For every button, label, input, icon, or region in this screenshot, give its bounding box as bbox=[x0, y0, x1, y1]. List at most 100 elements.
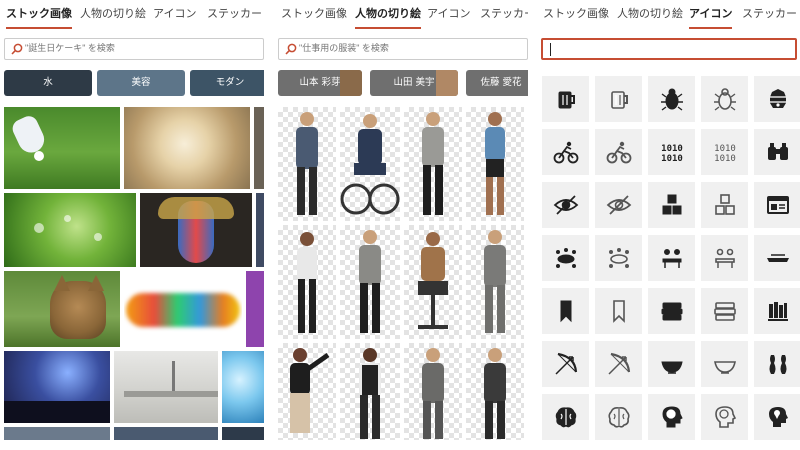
icon-tile[interactable] bbox=[542, 129, 589, 175]
head-brain-outline-icon bbox=[714, 406, 736, 428]
photo-dandelion[interactable] bbox=[124, 107, 250, 189]
photo-partial[interactable] bbox=[4, 427, 110, 440]
icon-tile[interactable] bbox=[595, 76, 642, 122]
cutout-woman-vest[interactable] bbox=[340, 343, 400, 440]
icon-tile[interactable] bbox=[595, 288, 642, 334]
photo-kitchen[interactable] bbox=[114, 351, 218, 423]
cutout-woman-business[interactable] bbox=[278, 225, 336, 339]
icon-tile[interactable]: 1010 1010 bbox=[648, 129, 695, 175]
icon-tile[interactable] bbox=[648, 235, 695, 281]
text-caret bbox=[550, 43, 551, 56]
icon-tile[interactable] bbox=[754, 394, 800, 440]
icon-tile[interactable] bbox=[542, 341, 589, 387]
icon-tile[interactable] bbox=[754, 182, 800, 228]
icon-tile[interactable] bbox=[701, 182, 748, 228]
cutout-man-gray-suit[interactable] bbox=[404, 343, 462, 440]
icon-tile[interactable] bbox=[542, 182, 589, 228]
photo-golf-glove[interactable] bbox=[4, 107, 120, 189]
book-stack-outline-icon bbox=[713, 302, 736, 321]
icon-tile[interactable]: 1010 1010 bbox=[701, 129, 748, 175]
icon-tile[interactable] bbox=[542, 288, 589, 334]
beehive-icon bbox=[769, 89, 786, 108]
search-input[interactable] bbox=[553, 40, 753, 58]
icon-tile[interactable] bbox=[648, 394, 695, 440]
chip-modern[interactable]: モダン bbox=[190, 70, 264, 96]
beer-mug-filled-icon bbox=[558, 91, 575, 109]
tab-icons[interactable]: アイコン bbox=[689, 0, 733, 29]
meeting-table-filled-icon bbox=[555, 248, 576, 268]
tray-icon bbox=[766, 254, 789, 262]
svg-text:1010: 1010 bbox=[714, 144, 736, 154]
cutout-woman-presenting[interactable] bbox=[278, 343, 336, 440]
photo-partial[interactable] bbox=[254, 107, 264, 189]
tab-stickers[interactable]: ステッカー bbox=[480, 0, 528, 27]
icon-tile[interactable] bbox=[595, 182, 642, 228]
icon-tile[interactable] bbox=[701, 288, 748, 334]
icon-tile[interactable] bbox=[542, 235, 589, 281]
binary-outline-icon: 10101010 bbox=[714, 144, 736, 164]
search-input[interactable] bbox=[25, 39, 225, 57]
icon-tile[interactable] bbox=[648, 288, 695, 334]
icon-tile[interactable] bbox=[648, 341, 695, 387]
cutout-man-standing[interactable] bbox=[466, 343, 524, 440]
icon-tile[interactable] bbox=[701, 235, 748, 281]
photo-mandrill[interactable] bbox=[140, 193, 252, 267]
search-bar[interactable] bbox=[541, 38, 797, 60]
browser-window-icon bbox=[766, 196, 789, 214]
tab-stock-images[interactable]: ストック画像 bbox=[281, 0, 347, 27]
icon-tile[interactable] bbox=[701, 394, 748, 440]
search-bar[interactable] bbox=[278, 38, 528, 60]
photo-partial[interactable] bbox=[222, 427, 264, 440]
icon-tile[interactable] bbox=[754, 76, 800, 122]
bookshelf-icon bbox=[767, 302, 788, 321]
tab-stickers[interactable]: ステッカー bbox=[742, 0, 797, 27]
photo-water-drops[interactable] bbox=[4, 193, 136, 267]
search-bar[interactable] bbox=[4, 38, 264, 60]
icon-tile[interactable] bbox=[648, 76, 695, 122]
cutout-wheelchair-man[interactable] bbox=[340, 107, 400, 221]
icon-tile[interactable] bbox=[595, 235, 642, 281]
cutout-man-phone[interactable] bbox=[404, 107, 462, 221]
icon-tile[interactable] bbox=[542, 394, 589, 440]
photo-partial[interactable] bbox=[256, 193, 264, 267]
tab-stock-images[interactable]: ストック画像 bbox=[6, 0, 72, 29]
cutout-man-suit[interactable] bbox=[340, 225, 400, 339]
tab-stickers[interactable]: ステッカー bbox=[207, 0, 262, 27]
tab-people-cutouts[interactable]: 人物の切り絵 bbox=[80, 0, 146, 27]
photo-bubbles[interactable] bbox=[222, 351, 264, 423]
tab-people-cutouts[interactable]: 人物の切り絵 bbox=[355, 0, 421, 29]
chip-person[interactable]: 佐藤 愛花 bbox=[466, 70, 528, 96]
cutout-businessman[interactable] bbox=[278, 107, 336, 221]
icon-tile[interactable] bbox=[701, 341, 748, 387]
icon-tile[interactable] bbox=[595, 129, 642, 175]
photo-concert-crowd[interactable] bbox=[4, 351, 110, 423]
icon-tile[interactable] bbox=[754, 288, 800, 334]
cutout-woman-chair[interactable] bbox=[404, 225, 462, 339]
cutout-woman-phone[interactable] bbox=[466, 107, 524, 221]
chip-beauty[interactable]: 美容 bbox=[97, 70, 185, 96]
photo-color-smoke[interactable] bbox=[124, 271, 242, 347]
tab-stock-images[interactable]: ストック画像 bbox=[543, 0, 609, 27]
search-icon bbox=[11, 43, 23, 55]
icon-tile[interactable] bbox=[542, 76, 589, 122]
photo-partial[interactable] bbox=[246, 271, 264, 347]
icon-tile[interactable] bbox=[648, 182, 695, 228]
icon-tile[interactable] bbox=[595, 341, 642, 387]
avatar bbox=[436, 70, 458, 96]
icon-tile[interactable] bbox=[701, 76, 748, 122]
tab-icons[interactable]: アイコン bbox=[153, 0, 196, 27]
cutout-man-phone-gray[interactable] bbox=[466, 225, 524, 339]
eye-hidden-filled-icon bbox=[553, 195, 578, 215]
tab-people-cutouts[interactable]: 人物の切り絵 bbox=[617, 0, 683, 27]
icon-tile[interactable] bbox=[754, 341, 800, 387]
chip-water[interactable]: 水 bbox=[4, 70, 92, 96]
tab-icons[interactable]: アイコン bbox=[427, 0, 470, 27]
icon-tile[interactable] bbox=[754, 129, 800, 175]
chip-person[interactable]: 山本 彩芽 bbox=[278, 70, 362, 96]
photo-partial[interactable] bbox=[114, 427, 218, 440]
icon-tile[interactable] bbox=[595, 394, 642, 440]
icon-tile[interactable] bbox=[754, 235, 800, 281]
chip-person[interactable]: 山田 美宇 bbox=[370, 70, 458, 96]
search-input[interactable] bbox=[299, 39, 499, 57]
photo-cat[interactable] bbox=[4, 271, 120, 347]
